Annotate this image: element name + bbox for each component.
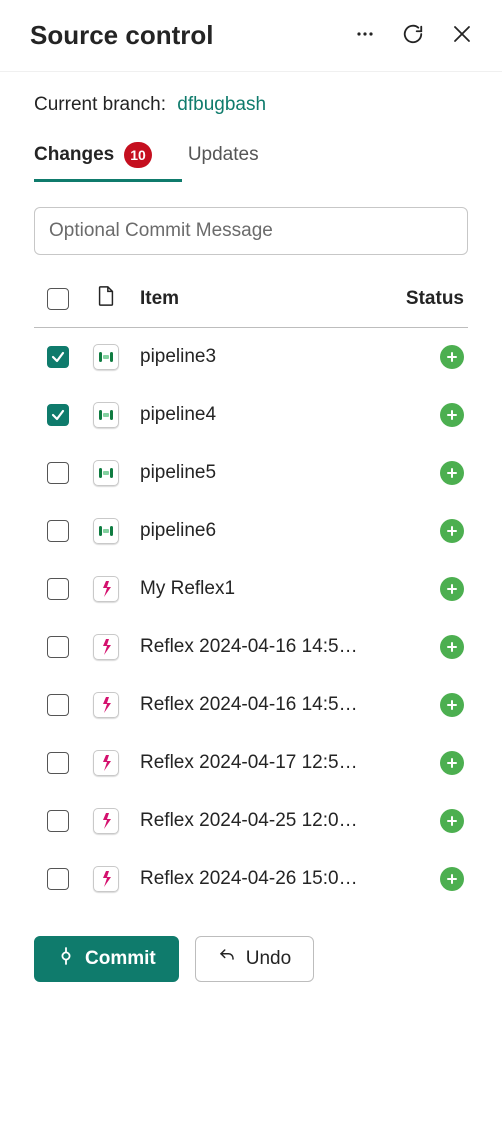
undo-button-label: Undo — [246, 948, 291, 970]
more-options-button[interactable] — [356, 25, 374, 46]
row-checkbox[interactable] — [47, 810, 69, 832]
panel-body: Current branch: dfbugbash Changes 10 Upd… — [0, 72, 502, 1012]
tab-changes-label: Changes — [34, 144, 114, 166]
table-row[interactable]: Reflex 2024-04-26 15:0… — [34, 850, 468, 908]
row-checkbox[interactable] — [47, 462, 69, 484]
reflex-icon — [93, 808, 119, 834]
reflex-icon — [93, 750, 119, 776]
current-branch-label: Current branch: — [34, 94, 166, 115]
commit-button-label: Commit — [85, 948, 156, 970]
item-name: Reflex 2024-04-16 14:5… — [130, 694, 398, 716]
item-name: Reflex 2024-04-25 12:0… — [130, 810, 398, 832]
item-name: Reflex 2024-04-26 15:0… — [130, 868, 398, 890]
table-row[interactable]: pipeline5 — [34, 444, 468, 502]
item-name: Reflex 2024-04-16 14:5… — [130, 636, 398, 658]
changes-count-badge: 10 — [124, 142, 152, 168]
tab-changes[interactable]: Changes 10 — [34, 142, 152, 182]
table-row[interactable]: pipeline3 — [34, 328, 468, 386]
reflex-icon — [93, 576, 119, 602]
row-checkbox[interactable] — [47, 578, 69, 600]
tab-updates[interactable]: Updates — [188, 142, 259, 182]
status-added-icon — [440, 635, 464, 659]
changes-list: pipeline3 pipeline4 pipeline5 pipeline6 My R… — [34, 328, 468, 908]
pipeline-icon — [93, 344, 119, 370]
current-branch-name[interactable]: dfbugbash — [177, 94, 266, 115]
refresh-icon — [402, 23, 424, 48]
commit-message-input[interactable] — [34, 207, 468, 255]
item-name: pipeline6 — [130, 520, 398, 542]
column-header-item[interactable]: Item — [130, 288, 398, 310]
row-checkbox[interactable] — [47, 520, 69, 542]
status-added-icon — [440, 867, 464, 891]
footer-actions: Commit Undo — [34, 936, 468, 982]
row-checkbox[interactable] — [47, 346, 69, 368]
undo-button[interactable]: Undo — [195, 936, 314, 982]
source-control-panel: Source control Current branch: dfbug — [0, 0, 502, 1012]
tabs: Changes 10 Updates — [34, 142, 468, 183]
row-checkbox[interactable] — [47, 636, 69, 658]
pipeline-icon — [93, 460, 119, 486]
item-name: pipeline3 — [130, 346, 398, 368]
reflex-icon — [93, 634, 119, 660]
status-added-icon — [440, 403, 464, 427]
item-name: Reflex 2024-04-17 12:5… — [130, 752, 398, 774]
table-row[interactable]: My Reflex1 — [34, 560, 468, 618]
status-added-icon — [440, 809, 464, 833]
panel-title: Source control — [30, 20, 356, 51]
file-icon — [96, 285, 116, 313]
status-added-icon — [440, 751, 464, 775]
item-name: pipeline5 — [130, 462, 398, 484]
table-row[interactable]: pipeline4 — [34, 386, 468, 444]
header-actions — [356, 23, 472, 48]
changes-table-header: Item Status — [34, 269, 468, 328]
table-row[interactable]: Reflex 2024-04-25 12:0… — [34, 792, 468, 850]
pipeline-icon — [93, 518, 119, 544]
commit-button[interactable]: Commit — [34, 936, 179, 982]
reflex-icon — [93, 866, 119, 892]
current-branch-row: Current branch: dfbugbash — [34, 94, 468, 116]
row-checkbox[interactable] — [47, 404, 69, 426]
row-checkbox[interactable] — [47, 868, 69, 890]
undo-icon — [218, 947, 236, 971]
pipeline-icon — [93, 402, 119, 428]
table-row[interactable]: Reflex 2024-04-17 12:5… — [34, 734, 468, 792]
row-checkbox[interactable] — [47, 752, 69, 774]
item-name: pipeline4 — [130, 404, 398, 426]
status-added-icon — [440, 693, 464, 717]
table-row[interactable]: pipeline6 — [34, 502, 468, 560]
ellipsis-icon — [356, 25, 374, 46]
refresh-button[interactable] — [402, 23, 424, 48]
item-name: My Reflex1 — [130, 578, 398, 600]
status-added-icon — [440, 345, 464, 369]
panel-header: Source control — [0, 0, 502, 72]
close-icon — [452, 24, 472, 47]
row-checkbox[interactable] — [47, 694, 69, 716]
status-added-icon — [440, 577, 464, 601]
table-row[interactable]: Reflex 2024-04-16 14:5… — [34, 676, 468, 734]
table-row[interactable]: Reflex 2024-04-16 14:5… — [34, 618, 468, 676]
close-button[interactable] — [452, 24, 472, 47]
tab-updates-label: Updates — [188, 144, 259, 166]
select-all-checkbox[interactable] — [47, 288, 69, 310]
commit-icon — [57, 947, 75, 971]
column-header-status[interactable]: Status — [398, 288, 468, 310]
status-added-icon — [440, 519, 464, 543]
status-added-icon — [440, 461, 464, 485]
reflex-icon — [93, 692, 119, 718]
